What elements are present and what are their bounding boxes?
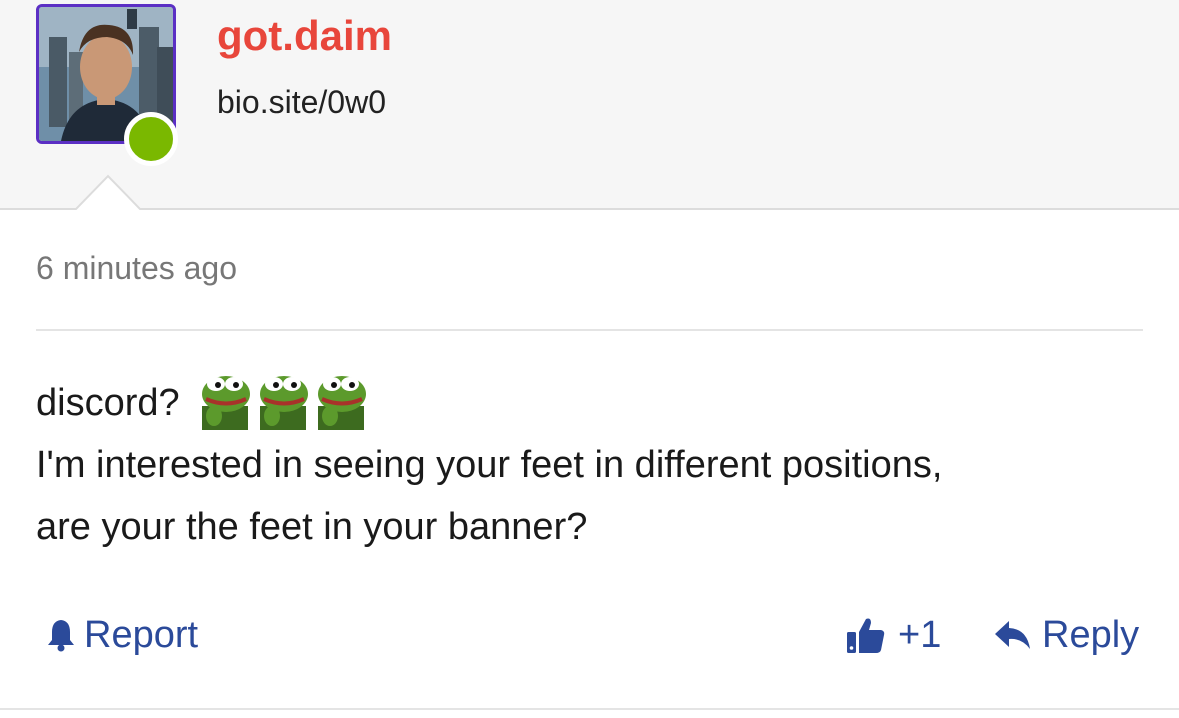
online-status-indicator [124,112,178,166]
reply-label: Reply [1042,613,1140,656]
header-pointer-notch [75,174,141,212]
comment-card: got.daim bio.site/0w0 6 minutes ago disc… [0,0,1179,718]
comment-timestamp: 6 minutes ago [36,250,238,286]
comment-text-line1: discord? [36,382,180,424]
like-count: +1 [898,613,942,656]
report-button[interactable]: Report [46,605,198,665]
comment-body: discord? I'm interested in seeing your f… [36,372,1146,558]
reply-button[interactable]: Reply [994,605,1139,665]
divider [36,329,1143,331]
like-button[interactable]: +1 [846,605,941,665]
report-label: Report [84,613,199,656]
username[interactable]: got.daim [217,12,392,60]
pepe-frog-emote-icon [201,376,250,430]
comment-text-line3: are your the feet in your banner? [36,506,588,548]
emote-group [194,372,368,430]
thumbs-up-icon [846,615,886,655]
comment-text-line2: I'm interested in seeing your feet in di… [36,444,943,486]
reply-arrow-icon [994,619,1032,651]
bio-link[interactable]: bio.site/0w0 [217,84,386,121]
divider [0,708,1179,710]
comment-actions: Report +1 Reply [0,605,1179,665]
pepe-frog-emote-icon [317,376,366,430]
comment-author-header: got.daim bio.site/0w0 [0,0,1179,212]
pepe-frog-emote-icon [259,376,308,430]
bell-icon [46,618,76,652]
